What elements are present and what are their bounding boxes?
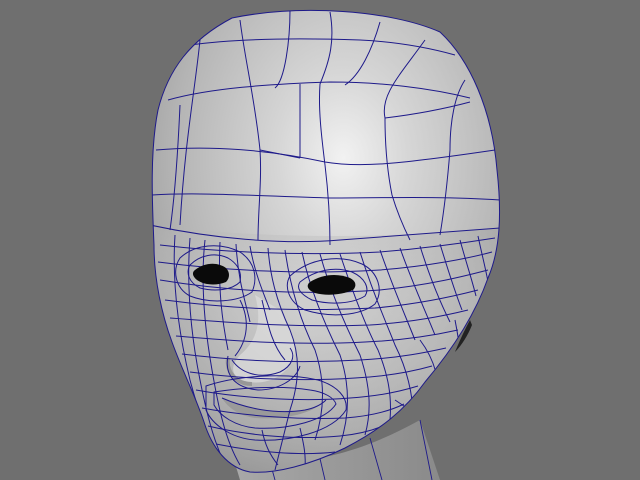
3d-viewport[interactable]: [0, 0, 640, 480]
viewport-scene[interactable]: [0, 0, 640, 480]
head-mesh[interactable]: [150, 9, 501, 480]
